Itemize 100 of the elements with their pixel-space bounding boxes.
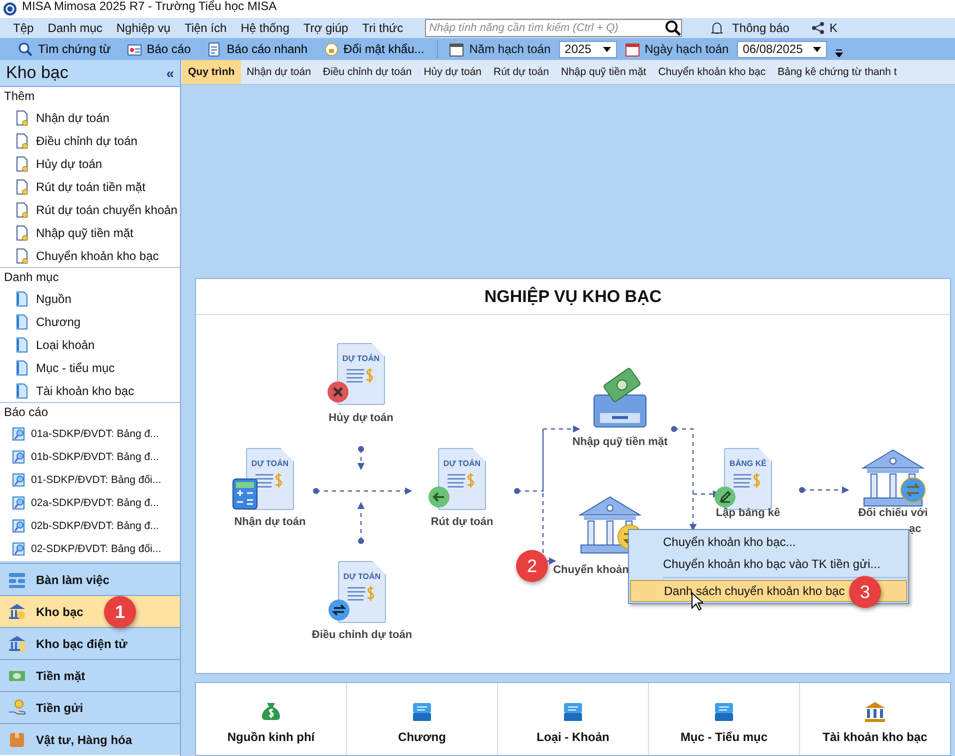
search-field[interactable]: Nhập tính năng cần tìm kiếm (Ctrl + Q)	[425, 19, 682, 37]
date-picker[interactable]: 06/08/2025	[736, 40, 827, 58]
tab[interactable]: Quy trình	[182, 60, 241, 84]
tab[interactable]: Điều chỉnh dự toán	[316, 60, 418, 84]
sidebar-item[interactable]: 01a-SDKP/ĐVDT: Bảng đ...	[0, 422, 180, 445]
arrow-left-icon	[428, 486, 450, 508]
dropdown-caret-icon	[812, 46, 821, 52]
tab[interactable]: Nhận dự toán	[240, 60, 317, 84]
sidebar-item[interactable]: Tài khoản kho bạc	[0, 379, 180, 402]
connector-dot	[514, 488, 520, 494]
sidebar-item[interactable]: 02-SDKP/ĐVDT: Bảng đối...	[0, 537, 180, 560]
node-label: Nhận dự toán	[234, 516, 306, 528]
node-label: Lập bảng kê	[716, 507, 780, 519]
document-title: DỰ TOÁN	[251, 459, 289, 468]
sidebar-item[interactable]: Chuyển khoản kho bạc	[0, 244, 180, 267]
toolbar-button[interactable]: Tìm chứng từ	[12, 42, 117, 56]
menu-item[interactable]: Chuyển khoản kho bạc vào TK tiền gửi...	[630, 553, 907, 575]
document-title: DỰ TOÁN	[443, 459, 481, 468]
menu-item[interactable]: Tệp	[6, 21, 41, 35]
toolbar-button[interactable]: Báo cáo	[120, 42, 197, 56]
shortcut-button[interactable]: Nguồn kinh phí	[196, 683, 346, 755]
bank-icon	[861, 448, 927, 508]
menu-item[interactable]: Danh mục	[40, 21, 110, 35]
node-label: Nhập quỹ tiền mặt	[572, 436, 668, 448]
toolbar-button[interactable]: Đổi mật khẩu...	[318, 42, 430, 56]
document-gear-icon	[15, 132, 29, 148]
node-label: Đối chiếu với	[858, 507, 928, 519]
module-button[interactable]: Vật tư, Hàng hóa	[0, 723, 180, 755]
window-title: MISA Mimosa 2025 R7 - Trường Tiểu học MISA	[22, 0, 277, 13]
menu-item[interactable]: Chuyển khoản kho bạc...	[630, 531, 907, 553]
bank-icon	[8, 602, 26, 620]
menu-item[interactable]: Nghiệp vụ	[109, 21, 178, 35]
search-icon	[18, 42, 33, 56]
menu-item[interactable]: Tiện ích	[177, 21, 234, 35]
tab[interactable]: Nhập quỹ tiền mặt	[554, 60, 652, 84]
bank-icon	[863, 700, 887, 724]
document-icon	[15, 314, 29, 330]
connector-arrow	[357, 502, 365, 541]
report-document-icon	[12, 426, 26, 442]
sidebar-item[interactable]: Điều chỉnh dự toán	[0, 129, 180, 152]
share-button[interactable]: K	[811, 21, 838, 35]
document-icon	[15, 336, 29, 352]
node-label: Rút dự toán	[430, 516, 494, 528]
menu-item[interactable]: Tri thức	[355, 21, 410, 35]
report-document-icon	[12, 472, 26, 488]
swap-arrows-icon	[328, 599, 350, 621]
node-label: Hủy dự toán	[328, 412, 394, 424]
sidebar-item[interactable]: 02a-SDKP/ĐVDT: Bảng đ...	[0, 491, 180, 514]
lock-icon	[324, 42, 339, 56]
sidebar-item[interactable]: Nhận dự toán	[0, 106, 180, 129]
sidebar-item[interactable]: Chương	[0, 310, 180, 333]
shortcut-button[interactable]: Tài khoản kho bạc	[799, 683, 950, 755]
calendar-icon	[449, 42, 464, 56]
bell-icon	[710, 21, 724, 35]
sidebar-item[interactable]: Rút dự toán tiền mặt	[0, 175, 180, 198]
shortcut-button[interactable]: Loại - Khoản	[497, 683, 648, 755]
report-document-icon	[12, 540, 26, 556]
sidebar-item[interactable]: Nhập quỹ tiền mặt	[0, 221, 180, 244]
pencil-icon	[714, 486, 736, 508]
notification-button[interactable]: Thông báo	[710, 21, 790, 35]
tab[interactable]: Chuyển khoản kho bạc	[652, 60, 772, 84]
sidebar-item[interactable]: Loại khoản	[0, 333, 180, 356]
module-button[interactable]: Tiền gửi	[0, 691, 180, 723]
calculator-icon	[232, 478, 258, 510]
tab[interactable]: Hủy dự toán	[418, 60, 488, 84]
year-dropdown[interactable]: 2025	[558, 40, 617, 58]
toolbar-button[interactable]: Báo cáo nhanh	[200, 42, 314, 56]
section-header: Danh mục	[0, 267, 180, 287]
inbox-icon	[561, 700, 585, 724]
module-button[interactable]: Tiền mặt	[0, 659, 180, 691]
box-icon	[8, 730, 26, 748]
panel-title: NGHIỆP VỤ KHO BẠC	[196, 279, 950, 315]
module-button[interactable]: Bàn làm việc	[0, 563, 180, 595]
sidebar-item[interactable]: Mục - tiểu mục	[0, 356, 180, 379]
sidebar-item[interactable]: 01-SDKP/ĐVDT: Bảng đối...	[0, 468, 180, 491]
connector-dot	[799, 487, 805, 493]
document-gear-icon	[15, 202, 29, 218]
node-label: ạc	[909, 523, 922, 535]
sidebar-item[interactable]: 01b-SDKP/ĐVDT: Bảng đ...	[0, 445, 180, 468]
sidebar-item[interactable]: Hủy dự toán	[0, 152, 180, 175]
dropdown-caret-icon	[602, 46, 611, 52]
step-badge: 1	[104, 596, 136, 628]
module-button[interactable]: Kho bạc 1	[0, 595, 180, 627]
document-title: DỰ TOÁN	[342, 354, 380, 363]
sidebar-item[interactable]: Rút dự toán chuyển khoản	[0, 198, 180, 221]
tab[interactable]: Bảng kê chứng từ thanh t	[772, 60, 903, 84]
document-icon	[206, 42, 222, 56]
menu-item[interactable]: Hệ thống	[234, 21, 296, 35]
sidebar-item[interactable]: 02b-SDKP/ĐVDT: Bảng đ...	[0, 514, 180, 537]
document-gear-icon	[15, 178, 29, 194]
module-button[interactable]: Kho bạc điện tử	[0, 627, 180, 659]
sidebar-item[interactable]: Nguồn	[0, 287, 180, 310]
document-title: BẢNG KÊ	[730, 459, 766, 468]
collapse-button[interactable]: «	[166, 65, 174, 81]
menu-item[interactable]: Trợ giúp	[296, 21, 356, 35]
connector-arrow	[802, 486, 850, 494]
tab[interactable]: Rút dự toán	[488, 60, 555, 84]
shortcut-button[interactable]: Chương	[346, 683, 497, 755]
connector-dot	[313, 488, 319, 494]
shortcut-button[interactable]: Mục - Tiểu mục	[648, 683, 799, 755]
